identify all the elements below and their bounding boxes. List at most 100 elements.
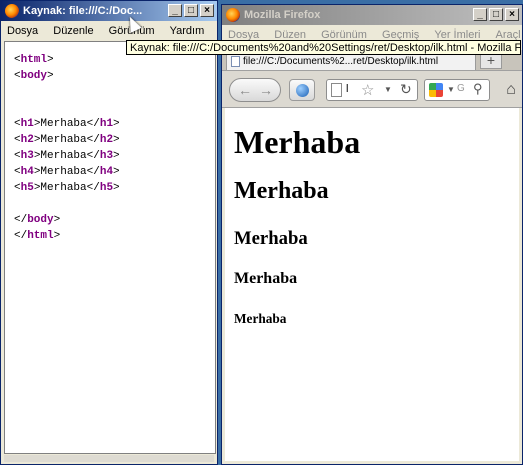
minimize-button[interactable]: _ xyxy=(473,8,487,21)
url-bar[interactable]: l ☆ ▼ ↻ xyxy=(326,79,418,101)
firefox-titlebar[interactable]: Mozilla Firefox _ □ × xyxy=(222,5,522,25)
maximize-button[interactable]: □ xyxy=(184,4,198,17)
code-text: Merhaba xyxy=(40,134,87,146)
code-bracket: > xyxy=(47,54,54,66)
heading-h4: Merhaba xyxy=(234,270,298,287)
reload-icon[interactable]: ↻ xyxy=(400,81,412,98)
code-bracket: < xyxy=(14,54,21,66)
code-bracket: </ xyxy=(86,118,100,130)
code-tag: h4 xyxy=(20,166,34,178)
code-bracket: < xyxy=(14,70,21,82)
firefox-logo-icon xyxy=(5,4,19,18)
search-bar[interactable]: ▼ G ⚲ xyxy=(424,79,490,101)
url-text: l xyxy=(346,83,349,95)
source-code-view[interactable]: <html> <body> <h1>Merhaba</h1> <h2>Merhaba<… xyxy=(4,41,216,454)
code-bracket: </ xyxy=(14,214,28,226)
source-menubar: Dosya Düzenle Görünüm Yardım xyxy=(1,22,217,40)
globe-icon xyxy=(296,84,309,97)
site-identity-button[interactable] xyxy=(289,79,315,101)
source-titlebar[interactable]: Kaynak: file:///C:/Doc... _ □ × xyxy=(1,1,217,21)
code-bracket: </ xyxy=(86,150,100,162)
code-bracket: < xyxy=(14,134,21,146)
code-text: Merhaba xyxy=(40,166,87,178)
code-tag: h2 xyxy=(20,134,34,146)
back-arrow-icon[interactable]: ← xyxy=(238,82,252,98)
heading-h3: Merhaba xyxy=(234,228,308,249)
code-tag: h2 xyxy=(99,134,114,146)
code-bracket: </ xyxy=(86,166,100,178)
chevron-down-icon[interactable]: ▼ xyxy=(447,85,455,94)
menu-duzenle[interactable]: Düzenle xyxy=(47,22,99,40)
bookmark-star-icon[interactable]: ☆ xyxy=(361,81,374,99)
code-bracket: > xyxy=(53,214,61,226)
minimize-button[interactable]: _ xyxy=(168,4,182,17)
page-viewport[interactable]: Merhaba Merhaba Merhaba Merhaba Merhaba xyxy=(225,108,519,461)
code-bracket: < xyxy=(14,118,21,130)
code-bracket: </ xyxy=(86,182,100,194)
search-placeholder: G xyxy=(457,83,465,94)
code-line: <h2>Merhaba</h2> xyxy=(14,132,215,148)
code-tag: body xyxy=(27,214,54,226)
code-line: </html> xyxy=(14,228,215,244)
code-bracket: > xyxy=(113,118,120,130)
code-tag: h4 xyxy=(99,166,114,178)
google-icon[interactable] xyxy=(429,83,443,97)
heading-h2: Merhaba xyxy=(234,178,329,204)
tab-label: file:///C:/Documents%2...ret/Desktop/ilk… xyxy=(243,56,439,67)
chevron-down-icon[interactable]: ▼ xyxy=(384,85,392,94)
code-tag: html xyxy=(27,230,54,242)
navigation-toolbar: ← → l ☆ ▼ ↻ ▼ G ⚲ ⌂ xyxy=(222,71,522,108)
code-bracket: < xyxy=(14,166,21,178)
menu-yardim[interactable]: Yardım xyxy=(164,22,211,40)
maximize-button[interactable]: □ xyxy=(489,8,503,21)
code-tag: h5 xyxy=(99,182,114,194)
menu-dosya[interactable]: Dosya xyxy=(1,22,44,40)
title-tooltip: Kaynak: file:///C:/Documents%20and%20Set… xyxy=(126,40,521,55)
code-tag: h1 xyxy=(20,118,34,130)
code-bracket: > xyxy=(113,134,120,146)
code-line: </body> xyxy=(14,212,215,228)
code-line: <h4>Merhaba</h4> xyxy=(14,164,215,180)
code-bracket: > xyxy=(113,166,120,178)
code-tag: h5 xyxy=(20,182,34,194)
close-button[interactable]: × xyxy=(505,8,519,21)
firefox-window: Mozilla Firefox _ □ × Dosya Düzen Görünü… xyxy=(221,4,523,465)
code-bracket: < xyxy=(14,150,21,162)
source-window: Kaynak: file:///C:/Doc... _ □ × Dosya Dü… xyxy=(0,0,218,465)
code-text: Merhaba xyxy=(40,118,87,130)
code-line: <h1>Merhaba</h1> xyxy=(14,116,215,132)
code-tag: h1 xyxy=(99,118,114,130)
code-text: Merhaba xyxy=(40,182,87,194)
code-tag: h3 xyxy=(20,150,34,162)
code-line: <body> xyxy=(14,68,215,84)
code-tag: h3 xyxy=(99,150,114,162)
firefox-logo-icon xyxy=(226,8,240,22)
page-icon xyxy=(231,56,240,67)
code-bracket: </ xyxy=(86,134,100,146)
code-bracket: > xyxy=(113,150,120,162)
code-line: <h5>Merhaba</h5> xyxy=(14,180,215,196)
code-tag: html xyxy=(20,54,48,66)
code-bracket: > xyxy=(47,70,54,82)
code-bracket: > xyxy=(53,230,61,242)
heading-h1: Merhaba xyxy=(234,124,361,160)
home-icon[interactable]: ⌂ xyxy=(499,78,523,102)
search-icon[interactable]: ⚲ xyxy=(473,81,483,97)
heading-h5: Merhaba xyxy=(234,311,287,326)
code-bracket: > xyxy=(113,182,120,194)
firefox-title: Mozilla Firefox xyxy=(244,9,321,21)
code-bracket: </ xyxy=(14,230,28,242)
close-button[interactable]: × xyxy=(200,4,214,17)
source-title: Kaynak: file:///C:/Doc... xyxy=(23,5,143,17)
page-icon xyxy=(331,83,342,97)
horizontal-scrollbar[interactable] xyxy=(4,455,214,462)
code-bracket: < xyxy=(14,182,21,194)
code-text: Merhaba xyxy=(40,150,87,162)
forward-arrow-icon[interactable]: → xyxy=(259,82,273,98)
back-forward-group: ← → xyxy=(229,78,281,102)
code-tag: body xyxy=(20,70,48,82)
code-line: <h3>Merhaba</h3> xyxy=(14,148,215,164)
